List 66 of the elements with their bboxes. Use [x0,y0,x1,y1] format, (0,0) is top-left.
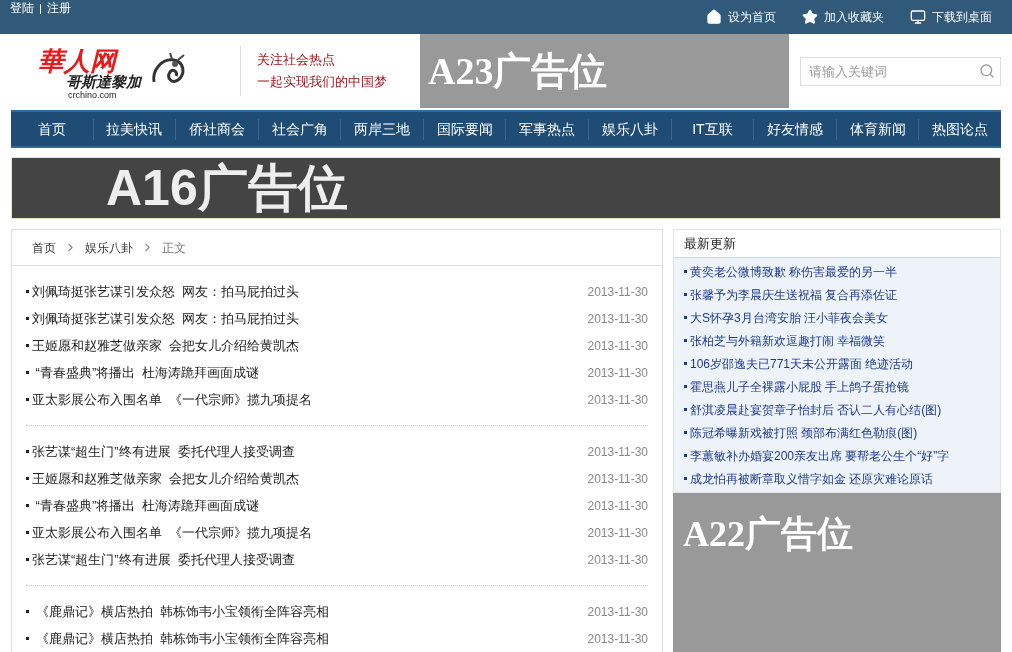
nav-item[interactable]: 热图论点 [918,118,1001,140]
article-date: 2013-11-30 [587,470,648,488]
monitor-icon [910,9,926,25]
latest-link[interactable]: 黄奕老公微博致歉 称伤害最爱的另一半 [684,260,1000,283]
article-date: 2013-11-30 [587,524,648,542]
nav-item[interactable]: 娱乐八卦 [588,118,671,140]
breadcrumb-link[interactable]: 娱乐八卦 [85,238,133,257]
breadcrumb-link[interactable]: 首页 [32,238,56,257]
site-logo[interactable]: 華人网 哥斯達黎加 crchino.com [36,44,186,100]
nav-item[interactable]: 军事热点 [505,118,589,140]
article-date: 2013-11-30 [587,283,648,301]
nav-item[interactable]: 体育新闻 [835,118,919,140]
nav-item[interactable]: 侨社商会 [175,118,258,140]
search-icon[interactable] [979,62,995,79]
banner-ad[interactable]: A16广告位 [11,157,1001,219]
slogan-text: 一起实现我们的中国梦 [257,73,388,91]
article-date: 2013-11-30 [587,443,648,461]
article-link[interactable]: 《鹿鼎记》横店热拍 韩栋饰韦小宝领衔全阵容亮相 [26,628,329,649]
article-date: 2013-11-30 [587,497,648,515]
account-link[interactable]: 注册 [47,1,71,16]
latest-link[interactable]: 张馨予为李晨庆生送祝福 复合再添佐证 [684,283,1000,306]
latest-link[interactable]: 106岁邵逸夫已771天未公开露面 绝迹活动 [684,352,1000,375]
nav-item[interactable]: 拉美快讯 [92,118,176,140]
top-link[interactable]: 设为首页 [706,8,776,26]
article-date: 2013-11-30 [587,551,648,569]
nav-item[interactable]: 两岸三地 [340,118,423,140]
latest-link[interactable]: 大S怀孕3月台湾安胎 汪小菲夜会美女 [684,306,1000,329]
nav-item[interactable]: 社会广角 [257,118,341,140]
article-link[interactable]: “青春盛典”将播出 杜海涛跪拜画面成谜 [26,362,260,383]
latest-link[interactable]: 成龙怕再被断章取义惜字如金 还原灾难论原话 [684,467,1000,490]
latest-link[interactable]: 舒淇凌晨赴宴贺章子怡封后 否认二人有心结(图) [684,398,1000,421]
logo-domain: crchino.com [68,91,117,100]
article-date: 2013-11-30 [587,337,648,355]
article-link[interactable]: 刘佩琦挺张艺谋引发众怒 网友：拍马屁拍过头 [26,281,300,302]
top-link[interactable]: 加入收藏夹 [802,8,884,26]
breadcrumb-link[interactable]: 正文 [162,238,186,257]
account-link[interactable]: 登陆 [10,1,34,16]
slogan-text: 关注社会热点 [257,51,336,69]
article-date: 2013-11-30 [587,630,648,648]
article-link[interactable]: 王姬愿和赵雅芝做亲家 会把女儿介绍给黄凯杰 [26,468,300,489]
article-date: 2013-11-30 [587,310,648,328]
nav-item[interactable]: 首页 [11,118,93,140]
article-link[interactable]: 王姬愿和赵雅芝做亲家 会把女儿介绍给黄凯杰 [26,335,300,356]
search-field[interactable]: 请输入关键词 [800,56,1001,86]
latest-link[interactable]: 李蕙敏补办婚宴200亲友出席 要帮老公生个“好”字 [684,444,1000,467]
article-link[interactable]: 刘佩琦挺张艺谋引发众怒 网友：拍马屁拍过头 [26,308,300,329]
latest-link[interactable]: 张柏芝与外籍新欢逗趣打闹 幸福微笑 [684,329,1000,352]
article-link[interactable]: “青春盛典”将播出 杜海涛跪拜画面成谜 [26,495,260,516]
article-link[interactable]: 张艺谋“超生门”终有进展 委托代理人接受调查 [26,441,295,462]
article-date: 2013-11-30 [587,364,648,382]
star-icon [802,9,818,25]
article-link[interactable]: 亚太影展公布入围名单 《一代宗师》揽九项提名 [26,522,313,543]
nav-item[interactable]: IT互联 [670,118,754,140]
article-link[interactable]: 《鹿鼎记》横店热拍 韩栋饰韦小宝领衔全阵容亮相 [26,601,329,622]
logo-subtitle: 哥斯達黎加 [66,74,141,89]
nav-item[interactable]: 国际要闻 [422,118,506,140]
article-date: 2013-11-30 [587,391,648,409]
home-icon [706,9,722,25]
top-link[interactable]: 下载到桌面 [910,8,992,26]
panel-title: 最新更新 [684,234,736,253]
article-link[interactable]: 张艺谋“超生门”终有进展 委托代理人接受调查 [26,549,295,570]
latest-link[interactable]: 霍思燕儿子全裸露小屁股 手上鸽子蛋抢镜 [684,375,1000,398]
article-link[interactable]: 亚太影展公布入围名单 《一代宗师》揽九项提名 [26,389,313,410]
article-date: 2013-11-30 [587,603,648,621]
latest-link[interactable]: 陈冠希曝新戏被打照 颈部布满红色勒痕(图) [684,421,1000,444]
nav-item[interactable]: 好友情感 [753,118,836,140]
